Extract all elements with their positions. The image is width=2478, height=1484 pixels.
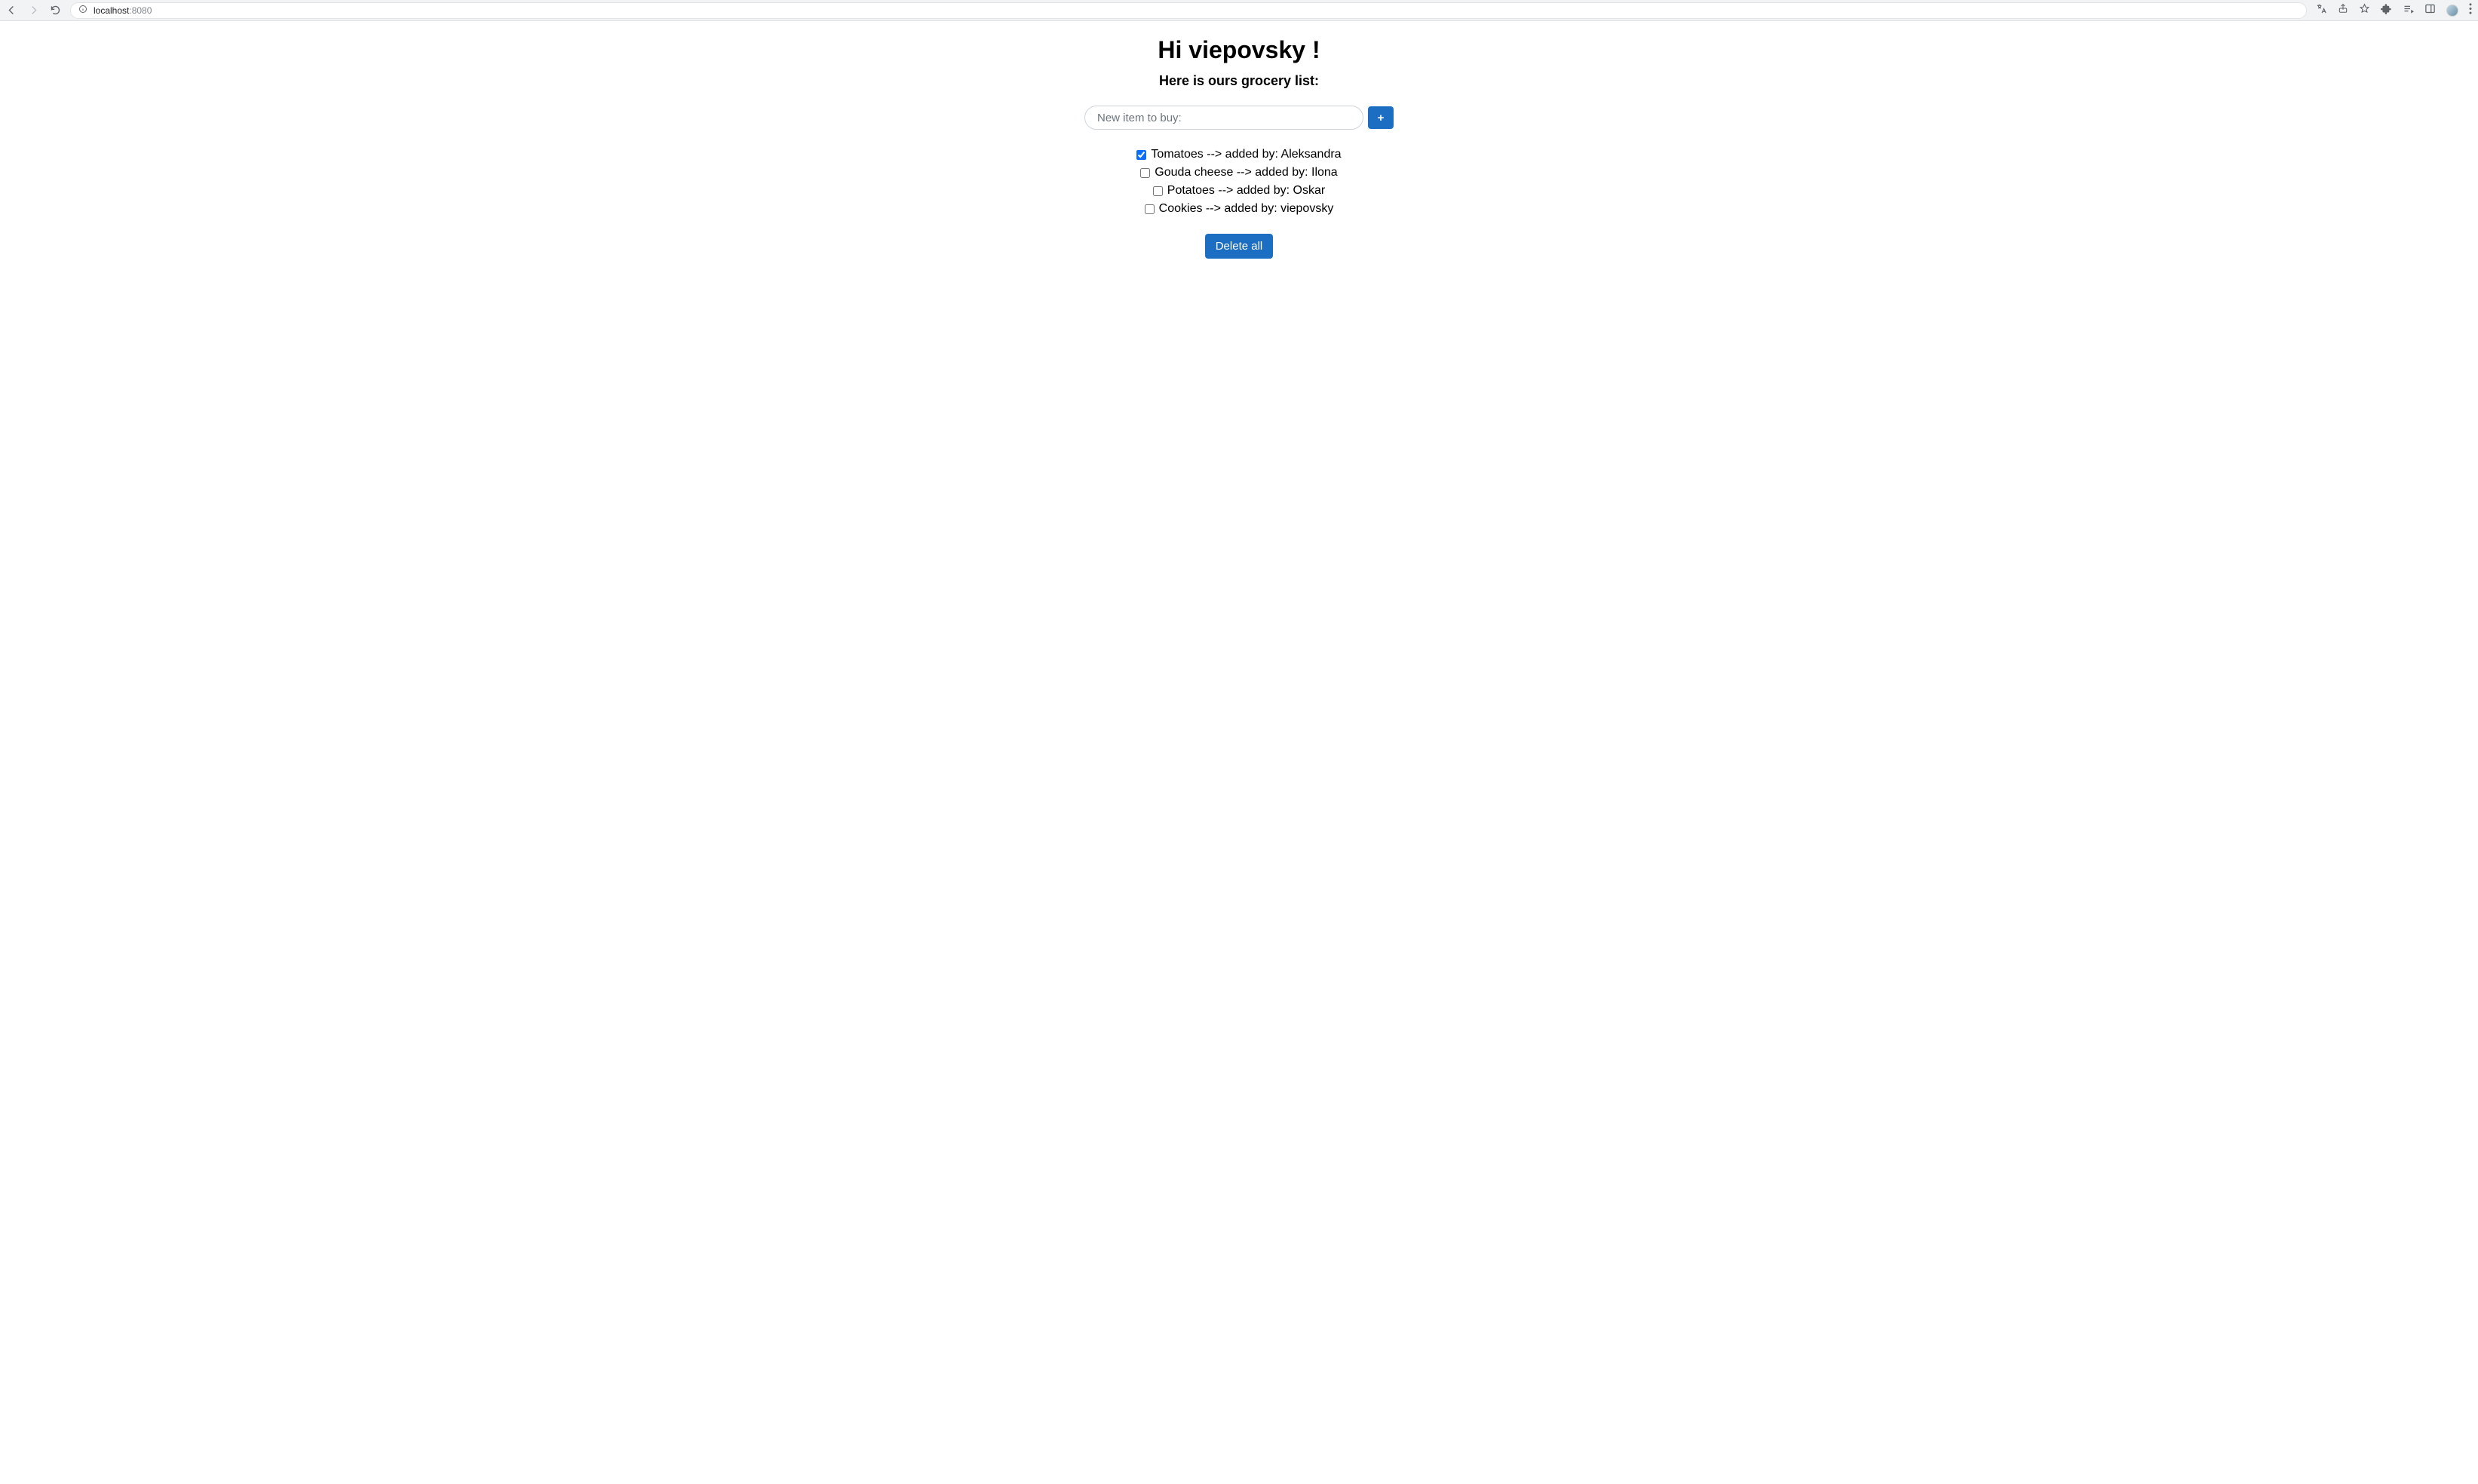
add-item-button[interactable]: + (1368, 106, 1394, 129)
url-port: :8080 (129, 5, 152, 16)
item-checkbox[interactable] (1140, 168, 1150, 178)
item-checkbox[interactable] (1145, 204, 1155, 214)
item-checkbox[interactable] (1153, 186, 1163, 196)
share-icon[interactable] (2338, 3, 2348, 17)
translate-icon[interactable] (2316, 3, 2327, 18)
extensions-icon[interactable] (2381, 3, 2392, 18)
list-item: Potatoes --> added by: Oskar (1153, 184, 1325, 198)
list-item: Tomatoes --> added by: Aleksandra (1136, 148, 1341, 161)
item-label: Cookies --> added by: viepovsky (1159, 202, 1334, 216)
page-subtitle: Here is ours grocery list: (1159, 73, 1319, 89)
page-content: Hi viepovsky ! Here is ours grocery list… (0, 21, 2478, 259)
profile-avatar[interactable] (2446, 5, 2458, 17)
kebab-menu-icon[interactable] (2469, 3, 2472, 18)
delete-all-button[interactable]: Delete all (1205, 234, 1274, 259)
list-item: Cookies --> added by: viepovsky (1145, 202, 1334, 216)
reload-icon[interactable] (50, 5, 61, 16)
site-info-icon[interactable] (78, 5, 87, 16)
toolbar-right (2316, 3, 2472, 18)
address-bar[interactable]: localhost:8080 (70, 2, 2307, 19)
browser-toolbar: localhost:8080 (0, 0, 2478, 21)
item-label: Tomatoes --> added by: Aleksandra (1151, 148, 1341, 161)
back-icon[interactable] (6, 5, 17, 16)
nav-buttons (6, 5, 61, 16)
new-item-input[interactable] (1084, 106, 1363, 130)
item-label: Potatoes --> added by: Oskar (1167, 184, 1325, 198)
grocery-list: Tomatoes --> added by: Aleksandra Gouda c… (1136, 148, 1341, 216)
item-checkbox[interactable] (1136, 150, 1146, 160)
media-icon[interactable] (2403, 3, 2414, 18)
url-host: localhost (94, 5, 129, 16)
item-label: Gouda cheese --> added by: Ilona (1155, 166, 1337, 179)
bookmark-star-icon[interactable] (2359, 3, 2370, 18)
page-title: Hi viepovsky ! (1158, 36, 1320, 64)
forward-icon[interactable] (28, 5, 39, 16)
list-item: Gouda cheese --> added by: Ilona (1140, 166, 1337, 179)
url-text: localhost:8080 (94, 5, 152, 16)
add-item-row: + (1084, 106, 1394, 130)
sidepanel-icon[interactable] (2424, 3, 2436, 18)
